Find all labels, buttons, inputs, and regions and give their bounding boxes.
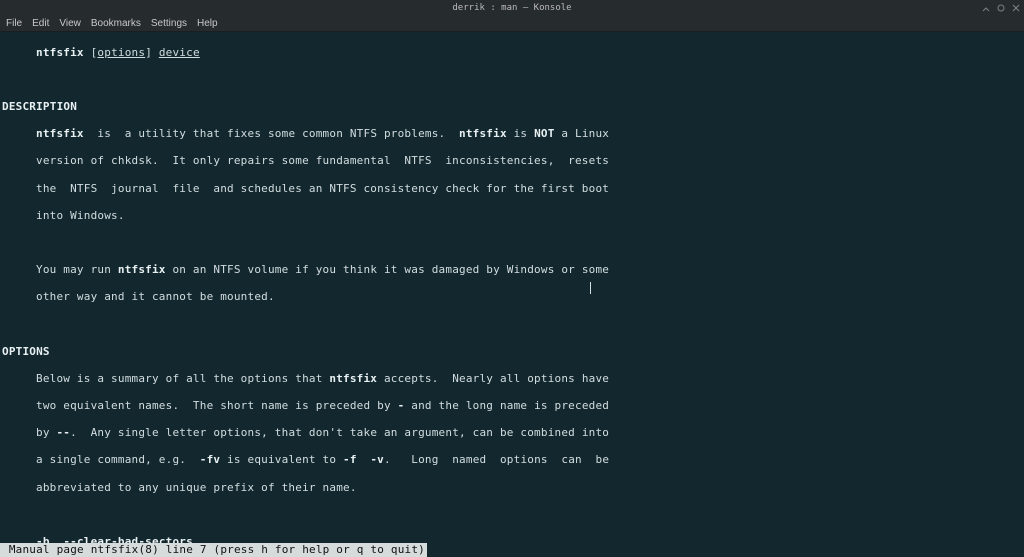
section-description: DESCRIPTION	[2, 100, 1022, 114]
menu-bookmarks[interactable]: Bookmarks	[91, 18, 141, 29]
synopsis-line: ntfsfix [options] device	[2, 46, 1022, 60]
menu-view[interactable]: View	[59, 18, 81, 29]
close-icon[interactable]	[1011, 4, 1020, 13]
menu-file[interactable]: File	[6, 18, 22, 29]
menu-help[interactable]: Help	[197, 18, 218, 29]
window-title: derrik : man — Konsole	[452, 3, 571, 13]
window-titlebar: derrik : man — Konsole	[0, 0, 1024, 16]
pager-statusline: Manual page ntfsfix(8) line 7 (press h f…	[0, 543, 427, 557]
minimize-icon[interactable]	[981, 4, 990, 13]
menu-edit[interactable]: Edit	[32, 18, 49, 29]
menu-settings[interactable]: Settings	[151, 18, 187, 29]
text-cursor	[590, 282, 591, 294]
terminal-viewport[interactable]: ntfsfix [options] device DESCRIPTION ntf…	[0, 32, 1024, 557]
section-options: OPTIONS	[2, 345, 1022, 359]
menubar: File Edit View Bookmarks Settings Help	[0, 16, 1024, 32]
maximize-icon[interactable]	[996, 4, 1005, 13]
